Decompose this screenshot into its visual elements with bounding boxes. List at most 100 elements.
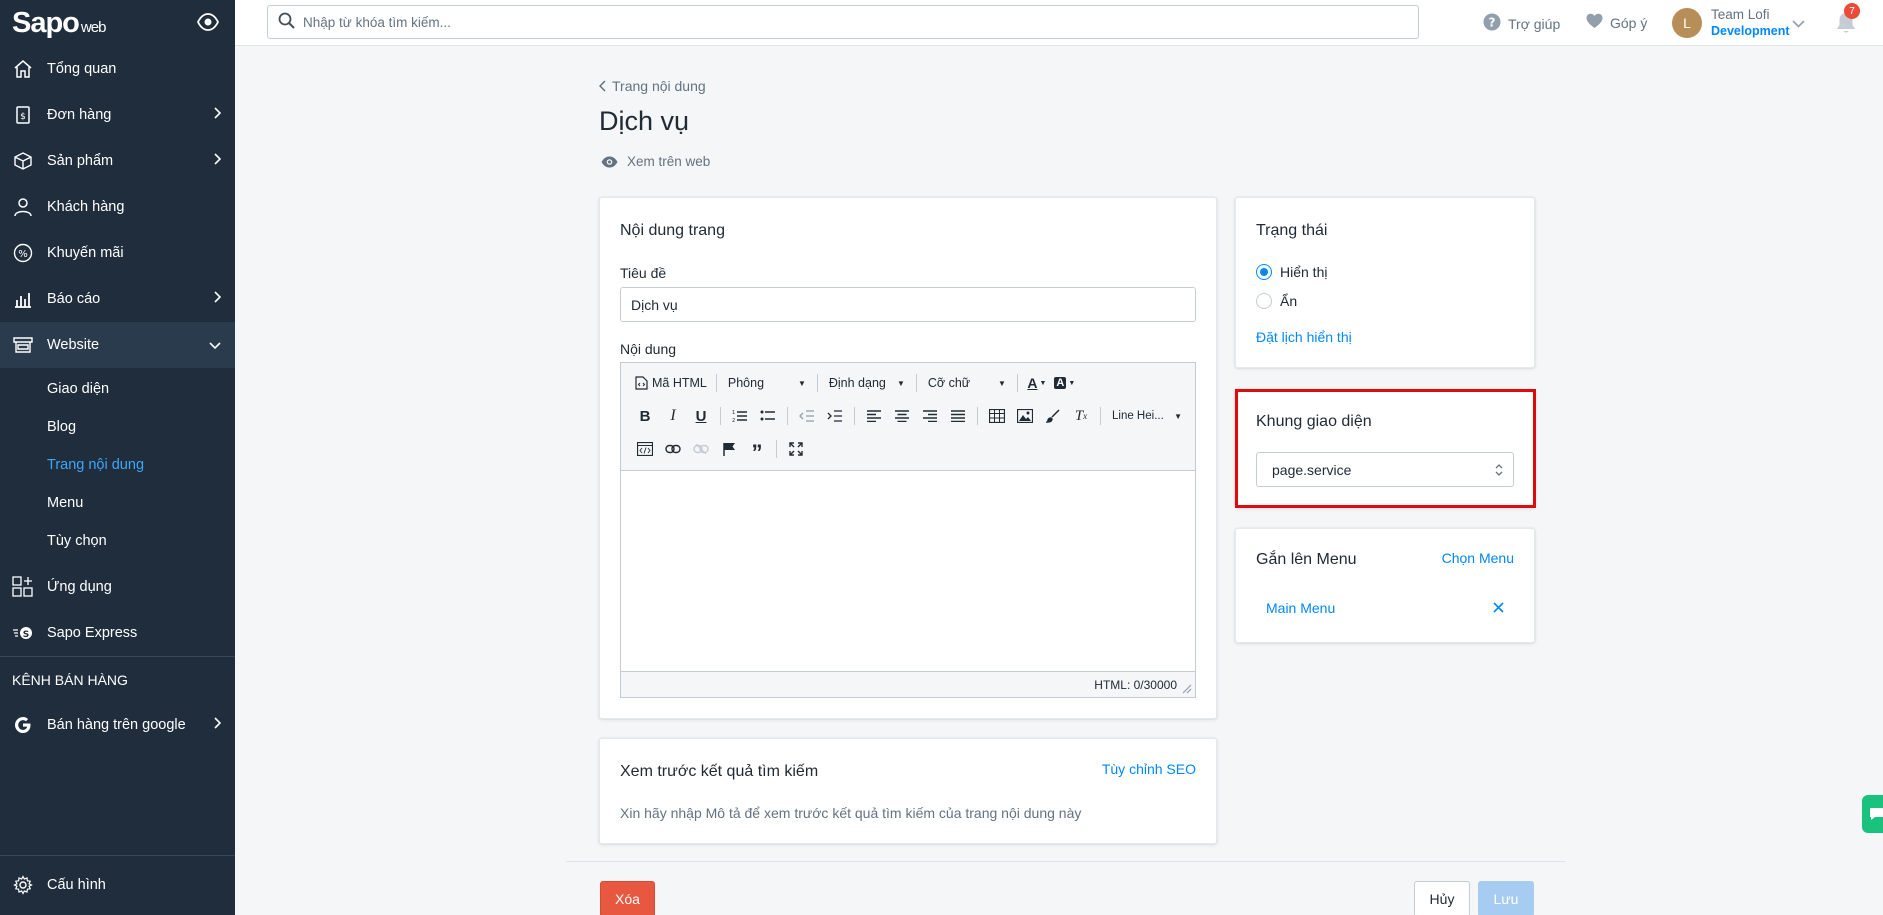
title-input[interactable]: Dịch vụ: [620, 287, 1196, 322]
sidebar-item-customers[interactable]: Khách hàng: [0, 184, 235, 230]
search-box[interactable]: [267, 5, 1419, 39]
page-title: Dịch vụ: [599, 106, 690, 136]
user-role[interactable]: Development: [1711, 24, 1790, 39]
chevron-left-icon: [599, 80, 606, 92]
sidebar-item-promotions[interactable]: % Khuyến mãi: [0, 230, 235, 276]
eye-icon[interactable]: [196, 13, 220, 34]
schedule-visibility-link[interactable]: Đặt lịch hiển thị: [1256, 329, 1352, 345]
sidebar-sub-menu[interactable]: Menu: [0, 484, 235, 522]
indent-button[interactable]: [821, 404, 849, 428]
sidebar-item-label: Tổng quan: [47, 61, 117, 77]
table-button[interactable]: [983, 404, 1011, 428]
sidebar-item-settings[interactable]: Cấu hình: [0, 856, 235, 914]
format-dropdown[interactable]: Định dạng ▼: [823, 376, 911, 390]
cancel-button[interactable]: Hủy: [1414, 881, 1470, 915]
customize-seo-link[interactable]: Tùy chỉnh SEO: [1102, 761, 1196, 777]
unlink-button[interactable]: [687, 437, 715, 461]
sidebar-item-sapo-express[interactable]: S Sapo Express: [0, 610, 235, 656]
chat-button[interactable]: [1862, 795, 1883, 833]
chevron-down-icon[interactable]: [1792, 15, 1805, 31]
delete-button[interactable]: Xóa: [600, 881, 655, 915]
sidebar-item-orders[interactable]: $ Đơn hàng: [0, 92, 235, 138]
percent-icon: %: [12, 242, 34, 264]
sidebar-sub-pages[interactable]: Trang nội dung: [0, 446, 235, 484]
italic-button[interactable]: I: [659, 404, 687, 428]
sidebar-item-reports[interactable]: Báo cáo: [0, 276, 235, 322]
help-link[interactable]: ? Trợ giúp: [1483, 13, 1560, 34]
line-height-dropdown-label: Line Hei...: [1112, 410, 1164, 422]
breadcrumb[interactable]: Trang nội dung: [599, 78, 706, 94]
text-color-icon: A: [1027, 375, 1038, 391]
heart-icon: [1586, 13, 1603, 32]
text-color-button[interactable]: A ▼: [1023, 371, 1051, 395]
chevron-right-icon: [213, 107, 222, 123]
link-button[interactable]: [659, 437, 687, 461]
caret-down-icon: ▼: [797, 378, 806, 388]
avatar[interactable]: L: [1672, 8, 1702, 38]
choose-menu-link[interactable]: Chọn Menu: [1442, 550, 1514, 566]
blockquote-button[interactable]: ”: [743, 437, 771, 464]
toolbar-divider: [816, 374, 818, 392]
outdent-button[interactable]: [793, 404, 821, 428]
font-dropdown-label: Phông: [727, 376, 765, 390]
sidebar-item-label: Sapo Express: [47, 625, 138, 641]
resize-handle-icon[interactable]: [1182, 684, 1192, 694]
sidebar-item-label: Sản phẩm: [47, 153, 114, 169]
search-icon: [278, 12, 295, 32]
align-left-button[interactable]: [860, 404, 888, 428]
format-painter-button[interactable]: [1039, 404, 1067, 428]
menu-card: Gắn lên Menu Chọn Menu Main Menu: [1235, 528, 1535, 643]
sidebar-item-products[interactable]: Sản phẩm: [0, 138, 235, 184]
radio-hidden[interactable]: Ẩn: [1256, 293, 1297, 309]
user-name[interactable]: Team Lofi: [1711, 7, 1770, 22]
sidebar-item-apps[interactable]: Ứng dụng: [0, 564, 235, 610]
align-center-icon: [895, 410, 909, 422]
sidebar-item-google-shopping[interactable]: Bán hàng trên google: [0, 702, 235, 748]
editor-content-area[interactable]: [621, 471, 1195, 671]
radio-visible[interactable]: Hiển thị: [1256, 264, 1327, 280]
sapo-logo[interactable]: Sapo web: [12, 7, 106, 40]
feedback-link[interactable]: Góp ý: [1586, 13, 1647, 32]
clear-format-button[interactable]: Tx: [1067, 404, 1095, 428]
anchor-button[interactable]: [715, 437, 743, 461]
sidebar: Sapo web Tổng quan $ Đơn hàng Sản phẩm Kh…: [0, 0, 235, 915]
close-icon[interactable]: [1493, 602, 1504, 613]
font-size-dropdown[interactable]: Cỡ chữ ▼: [922, 376, 1012, 390]
align-right-button[interactable]: [916, 404, 944, 428]
chevron-right-icon: [213, 717, 222, 733]
sidebar-sub-preferences[interactable]: Tùy chọn: [0, 522, 235, 560]
underline-button[interactable]: U: [687, 404, 715, 428]
rich-text-editor: Mã HTML Phông ▼ Định dạng ▼ Cỡ chữ ▼ A ▼ A ▼ …: [620, 362, 1196, 698]
svg-text:%: %: [18, 249, 28, 260]
background-color-button[interactable]: A ▼: [1051, 371, 1079, 395]
brand-row: Sapo web: [0, 0, 235, 46]
image-button[interactable]: [1011, 404, 1039, 428]
line-height-dropdown[interactable]: Line Hei... ▼: [1106, 410, 1188, 422]
chevron-right-icon: [213, 291, 222, 307]
feedback-label: Góp ý: [1610, 14, 1648, 31]
website-subnav: Giao diện Blog Trang nội dung Menu Tùy c…: [0, 368, 235, 564]
ordered-list-button[interactable]: 12: [726, 404, 754, 428]
font-dropdown[interactable]: Phông ▼: [722, 376, 812, 390]
html-source-button[interactable]: Mã HTML: [631, 371, 711, 395]
svg-text:1: 1: [732, 410, 735, 416]
menu-item-main[interactable]: Main Menu: [1266, 600, 1335, 616]
svg-text:?: ?: [1489, 16, 1496, 30]
notification-badge: 7: [1844, 3, 1860, 19]
apps-icon: [12, 576, 34, 598]
bullet-list-button[interactable]: [754, 404, 782, 428]
sidebar-item-overview[interactable]: Tổng quan: [0, 46, 235, 92]
sidebar-sub-themes[interactable]: Giao diện: [0, 370, 235, 408]
sidebar-item-website[interactable]: Website: [0, 322, 235, 368]
embed-code-button[interactable]: [631, 437, 659, 461]
bold-button[interactable]: B: [631, 404, 659, 428]
align-justify-button[interactable]: [944, 404, 972, 428]
save-button[interactable]: Lưu: [1478, 881, 1534, 915]
seo-card-title: Xem trước kết quả tìm kiếm: [620, 763, 819, 780]
align-center-button[interactable]: [888, 404, 916, 428]
view-on-web-link[interactable]: Xem trên web: [601, 154, 710, 169]
search-input[interactable]: [303, 14, 1203, 30]
fullscreen-button[interactable]: [782, 437, 810, 461]
sidebar-item-label: Website: [47, 337, 100, 353]
sidebar-sub-blog[interactable]: Blog: [0, 408, 235, 446]
